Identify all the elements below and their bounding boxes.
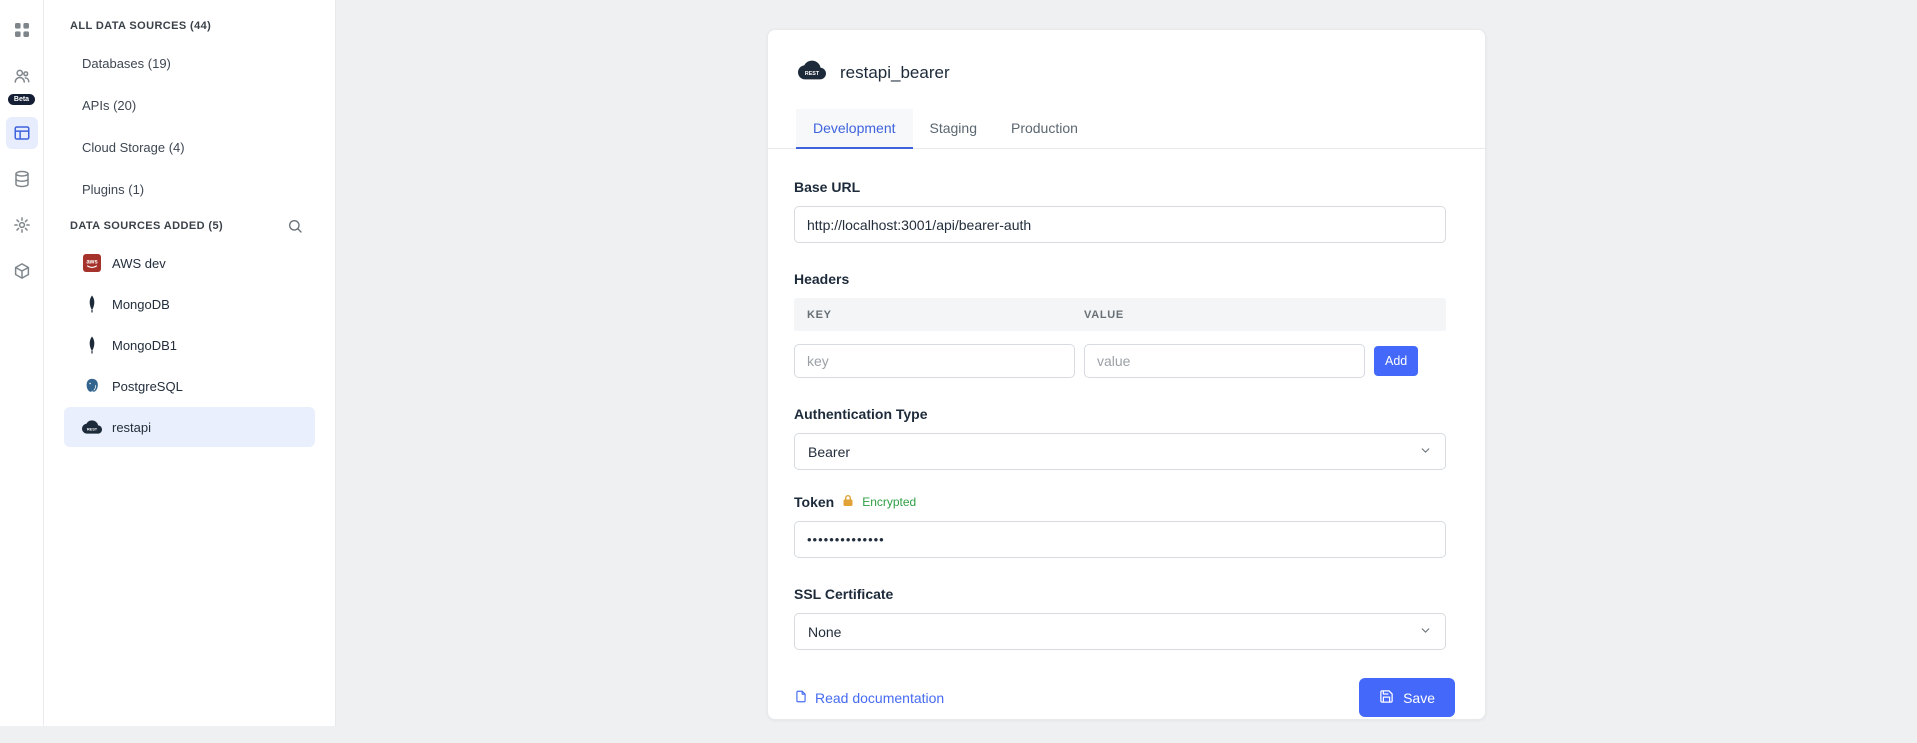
save-button[interactable]: Save <box>1359 678 1455 717</box>
datasource-config-card: REST restapi_bearer Development Staging … <box>767 29 1486 720</box>
source-label: restapi <box>112 420 151 435</box>
header-key-input[interactable] <box>794 344 1075 378</box>
mongodb-icon <box>82 294 102 314</box>
category-label: Cloud Storage (4) <box>82 140 185 155</box>
token-label-row: Token Encrypted <box>794 494 1446 510</box>
token-input[interactable] <box>794 521 1446 558</box>
read-documentation-label: Read documentation <box>815 690 944 706</box>
chevron-down-icon <box>1419 444 1432 460</box>
apps-grid-icon[interactable] <box>6 14 38 46</box>
value-column-header: VALUE <box>1084 309 1124 321</box>
ssl-certificate-select[interactable]: None <box>794 613 1446 650</box>
postgresql-icon <box>82 376 102 396</box>
auth-type-value: Bearer <box>808 444 850 460</box>
category-label: Plugins (1) <box>82 182 144 197</box>
headers-label: Headers <box>794 271 1446 287</box>
tab-staging[interactable]: Staging <box>913 109 994 148</box>
header-value-input[interactable] <box>1084 344 1365 378</box>
svg-text:aws: aws <box>86 260 98 266</box>
all-sources-header-row: ALL DATA SOURCES (44) <box>44 10 335 42</box>
main-content: REST restapi_bearer Development Staging … <box>336 0 1917 726</box>
auth-type-group: Authentication Type Bearer <box>794 406 1446 470</box>
sidebar-item-databases[interactable]: Databases (19) <box>44 42 335 84</box>
mongodb-icon <box>82 335 102 355</box>
lock-icon <box>842 494 854 510</box>
document-icon <box>794 689 808 707</box>
added-sources-header-row: DATA SOURCES ADDED (5) <box>44 210 335 242</box>
headers-group: Headers KEY VALUE Add <box>794 271 1446 378</box>
token-group: Token Encrypted <box>794 494 1446 558</box>
search-icon[interactable] <box>281 212 309 240</box>
base-url-group: Base URL <box>794 179 1446 243</box>
key-column-header: KEY <box>794 309 1084 321</box>
restapi-cloud-icon: REST <box>798 56 826 89</box>
ssl-certificate-value: None <box>808 624 841 640</box>
sidebar-item-plugins[interactable]: Plugins (1) <box>44 168 335 210</box>
users-rail-group: Beta <box>6 60 38 105</box>
card-header: REST restapi_bearer <box>768 30 1485 89</box>
svg-text:REST: REST <box>87 428 98 432</box>
chevron-down-icon <box>1419 624 1432 640</box>
save-button-label: Save <box>1403 690 1435 706</box>
added-sources-header: DATA SOURCES ADDED (5) <box>70 220 223 232</box>
ssl-certificate-label: SSL Certificate <box>794 586 1446 602</box>
data-sources-sidebar: ALL DATA SOURCES (44) Databases (19) API… <box>44 0 336 726</box>
headers-input-row: Add <box>794 344 1446 378</box>
beta-badge: Beta <box>8 94 35 105</box>
auth-type-label: Authentication Type <box>794 406 1446 422</box>
category-label: Databases (19) <box>82 56 171 71</box>
sidebar-item-mongodb[interactable]: MongoDB <box>64 284 315 324</box>
tab-development[interactable]: Development <box>796 109 913 148</box>
data-sources-icon[interactable] <box>6 117 38 149</box>
card-footer: Read documentation Save <box>768 678 1485 743</box>
restapi-cloud-icon: REST <box>82 417 102 437</box>
sidebar-item-cloud-storage[interactable]: Cloud Storage (4) <box>44 126 335 168</box>
save-icon <box>1379 689 1394 707</box>
all-sources-header: ALL DATA SOURCES (44) <box>70 20 211 32</box>
source-label: MongoDB1 <box>112 338 177 353</box>
page-title: restapi_bearer <box>840 63 950 83</box>
source-label: PostgreSQL <box>112 379 183 394</box>
marketplace-icon[interactable] <box>6 255 38 287</box>
auth-type-select[interactable]: Bearer <box>794 433 1446 470</box>
sidebar-item-mongodb1[interactable]: MongoDB1 <box>64 325 315 365</box>
sidebar-item-aws-dev[interactable]: aws AWS dev <box>64 243 315 283</box>
environment-tabs: Development Staging Production <box>768 109 1485 149</box>
aws-icon: aws <box>82 253 102 273</box>
read-documentation-link[interactable]: Read documentation <box>794 689 944 707</box>
category-label: APIs (20) <box>82 98 136 113</box>
source-label: AWS dev <box>112 256 166 271</box>
ssl-certificate-group: SSL Certificate None <box>794 586 1446 650</box>
users-icon[interactable] <box>6 60 38 92</box>
headers-table-header: KEY VALUE <box>794 298 1446 331</box>
app-rail: Beta <box>0 0 44 726</box>
base-url-label: Base URL <box>794 179 1446 195</box>
encrypted-badge: Encrypted <box>862 495 916 509</box>
token-label: Token <box>794 494 834 510</box>
sidebar-item-apis[interactable]: APIs (20) <box>44 84 335 126</box>
database-icon[interactable] <box>6 163 38 195</box>
tab-production[interactable]: Production <box>994 109 1095 148</box>
source-label: MongoDB <box>112 297 170 312</box>
svg-text:REST: REST <box>805 71 820 77</box>
config-form: Base URL Headers KEY VALUE Add Authentic… <box>768 149 1485 678</box>
sidebar-item-postgresql[interactable]: PostgreSQL <box>64 366 315 406</box>
base-url-input[interactable] <box>794 206 1446 243</box>
sidebar-item-restapi[interactable]: REST restapi <box>64 407 315 447</box>
settings-gear-icon[interactable] <box>6 209 38 241</box>
add-header-button[interactable]: Add <box>1374 346 1418 376</box>
